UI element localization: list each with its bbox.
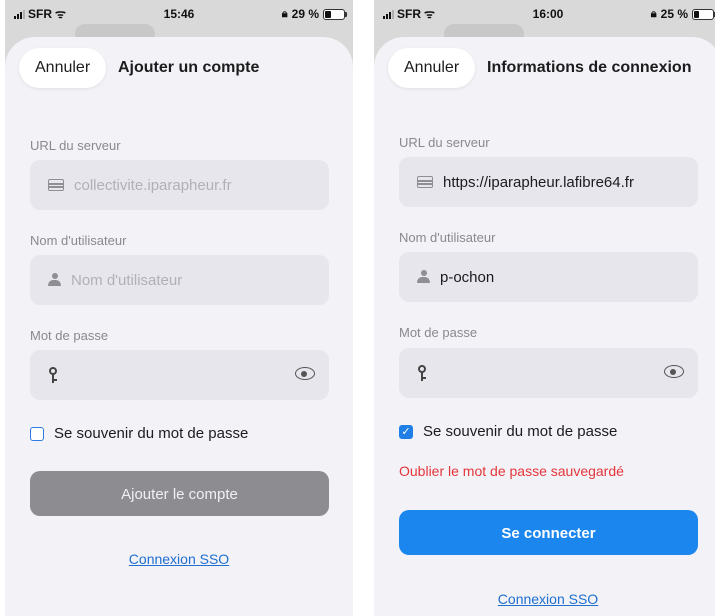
remember-password-label: Se souvenir du mot de passe [54,425,249,442]
username-field[interactable]: Nom d'utilisateur [30,255,329,305]
eye-icon[interactable] [295,367,315,380]
battery-percent: 29 % [291,7,319,21]
server-icon [48,179,64,191]
person-icon [48,273,61,287]
sso-login-link[interactable]: Connexion SSO [5,551,353,567]
eye-icon[interactable] [664,365,684,378]
page-title: Ajouter un compte [118,59,260,76]
form-sheet: Annuler Ajouter un compte URL du serveur… [5,37,353,616]
username-placeholder: Nom d'utilisateur [71,271,183,289]
form-sheet: Annuler Informations de connexion URL du… [374,37,715,616]
server-url-placeholder: collectivite.iparapheur.fr [74,176,232,194]
password-field[interactable] [399,348,698,398]
forget-saved-password-link[interactable]: Oublier le mot de passe sauvegardé [399,463,624,479]
username-value: p-ochon [440,268,495,286]
cancel-button[interactable]: Annuler [388,48,476,88]
battery-percent: 25 % [660,7,688,21]
key-icon [48,366,58,384]
add-account-button[interactable]: Ajouter le compte [30,471,329,516]
username-field[interactable]: p-ochon [399,252,698,302]
cancel-button[interactable]: Annuler [19,48,107,88]
phone-add-account: SFR ᯤ 15:46 🔒︎ 29 % Annuler Ajouter un c… [5,0,353,616]
checkbox-unchecked-icon[interactable] [30,426,44,441]
person-icon [417,270,430,284]
key-icon [417,364,427,382]
status-bar: SFR ᯤ 15:46 🔒︎ 29 % [5,0,353,30]
remember-password-label: Se souvenir du mot de passe [423,423,618,440]
password-label: Mot de passe [399,325,478,340]
server-url-label: URL du serveur [399,135,490,150]
server-url-field[interactable]: collectivite.iparapheur.fr [30,160,329,210]
username-label: Nom d'utilisateur [30,233,127,248]
connect-button[interactable]: Se connecter [399,510,698,555]
server-url-field[interactable]: https://iparapheur.lafibre64.fr [399,157,698,207]
remember-password-checkbox[interactable]: Se souvenir du mot de passe [30,425,248,442]
battery-icon [692,8,715,20]
rotation-lock-icon: 🔒︎ [281,7,288,20]
status-bar: SFR ᯤ 16:00 🔒︎ 25 % [374,0,715,30]
remember-password-checkbox[interactable]: ✓ Se souvenir du mot de passe [399,423,617,440]
password-label: Mot de passe [30,328,109,343]
phone-connection-info: SFR ᯤ 16:00 🔒︎ 25 % Annuler Informations… [374,0,715,616]
battery-icon [323,8,347,20]
server-icon [417,176,433,188]
password-field[interactable] [30,350,329,400]
server-url-value: https://iparapheur.lafibre64.fr [443,173,634,191]
server-url-label: URL du serveur [30,138,121,153]
username-label: Nom d'utilisateur [399,230,496,245]
checkbox-checked-icon[interactable]: ✓ [399,424,413,439]
sso-login-link[interactable]: Connexion SSO [374,591,715,607]
rotation-lock-icon: 🔒︎ [650,7,657,20]
page-title: Informations de connexion [487,59,692,76]
